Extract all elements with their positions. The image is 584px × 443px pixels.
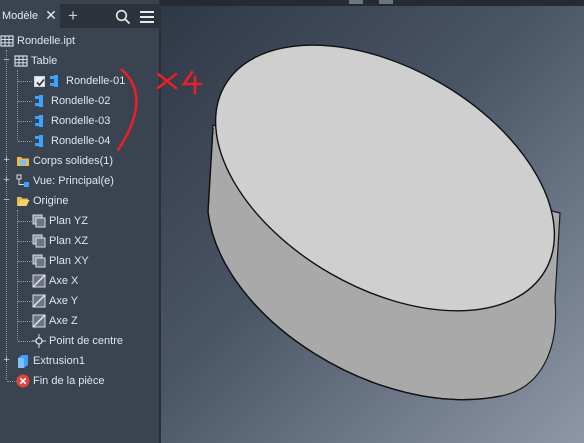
tree-item-label: Point de centre [49, 335, 123, 347]
row-config-icon [34, 134, 48, 148]
part-table-icon [0, 34, 14, 48]
work-axis-icon [32, 314, 46, 328]
collapse-icon[interactable]: − [2, 55, 11, 66]
tree-item-label: Rondelle.ipt [17, 35, 76, 47]
tree-item-label: Rondelle-01 [66, 75, 126, 87]
table-icon [14, 54, 28, 68]
tree-item-axis-y[interactable]: Axe Y [32, 291, 78, 311]
row-config-icon [34, 114, 48, 128]
tree-item-origin[interactable]: Origine [16, 191, 68, 211]
tree-item-center-point[interactable]: Point de centre [32, 331, 123, 351]
tree-item-label: Vue: Principal(e) [33, 175, 114, 187]
tab-modele-label: Modèle [2, 10, 39, 22]
tree-item-rondelle-03[interactable]: Rondelle-03 [34, 111, 110, 131]
work-point-icon [32, 334, 46, 348]
extrusion-icon [16, 354, 30, 368]
row-config-icon [49, 74, 63, 88]
checkbox-checked[interactable] [34, 75, 45, 87]
hamburger-menu-icon[interactable] [139, 9, 155, 25]
expand-icon[interactable]: + [2, 355, 11, 366]
tree-item-axis-z[interactable]: Axe Z [32, 311, 78, 331]
tree-item-label: Origine [33, 195, 69, 207]
tree-item-plane-xy[interactable]: Plan XY [32, 251, 89, 271]
expand-icon[interactable]: + [2, 155, 11, 166]
browser-tab-bar: Modèle ✕ + [0, 4, 161, 28]
view-rep-icon [16, 174, 30, 188]
tree-item-label: Corps solides(1) [33, 155, 114, 167]
tree-item-view[interactable]: Vue: Principal(e) [16, 171, 114, 191]
tree-item-table[interactable]: Table [14, 51, 57, 71]
tree-item-label: Axe Y [49, 295, 79, 307]
work-axis-icon [32, 294, 46, 308]
tree-item-end-of-part[interactable]: Fin de la pièce [16, 371, 105, 391]
tree-item-extrusion[interactable]: Extrusion1 [16, 351, 85, 371]
collapse-icon[interactable]: − [2, 195, 11, 206]
tree-item-label: Axe X [49, 275, 79, 287]
tree-item-label: Extrusion1 [33, 355, 85, 367]
tree-item-rondelle-01[interactable]: Rondelle-01 [34, 71, 125, 91]
tree-item-plane-yz[interactable]: Plan YZ [32, 211, 88, 231]
tree-item-label: Rondelle-03 [51, 115, 111, 127]
tree-item-axis-x[interactable]: Axe X [32, 271, 78, 291]
work-plane-icon [32, 254, 46, 268]
tree-item-label: Axe Z [49, 315, 78, 327]
work-axis-icon [32, 274, 46, 288]
end-of-part-icon [16, 374, 30, 388]
expand-icon[interactable]: + [2, 175, 11, 186]
close-icon[interactable]: ✕ [44, 8, 58, 22]
tree-item-label: Rondelle-02 [51, 95, 111, 107]
work-plane-icon [32, 234, 46, 248]
part-model[interactable] [161, 0, 584, 443]
work-plane-icon [32, 214, 46, 228]
tree-item-label: Rondelle-04 [51, 135, 111, 147]
tree-item-rondelle-02[interactable]: Rondelle-02 [34, 91, 110, 111]
tree-item-solid-bodies[interactable]: Corps solides(1) [16, 151, 113, 171]
search-icon[interactable] [115, 9, 131, 25]
tree-item-plane-xz[interactable]: Plan XZ [32, 231, 88, 251]
tree-item-rondelle-04[interactable]: Rondelle-04 [34, 131, 110, 151]
graphics-viewport[interactable] [161, 0, 584, 443]
tree-item-root[interactable]: Rondelle.ipt [0, 31, 75, 51]
tree-item-label: Plan YZ [49, 215, 88, 227]
tree-item-label: Plan XZ [49, 235, 89, 247]
open-folder-icon [16, 194, 30, 208]
tree-item-label: Table [31, 55, 58, 67]
row-config-icon [34, 94, 48, 108]
folder-icon [16, 154, 30, 168]
tree-item-label: Plan XY [49, 255, 89, 267]
plus-icon[interactable]: + [66, 7, 80, 24]
model-browser-panel: Modèle ✕ + Rondelle.ipt − Table Rondelle… [0, 0, 161, 443]
tree-item-label: Fin de la pièce [33, 375, 105, 387]
